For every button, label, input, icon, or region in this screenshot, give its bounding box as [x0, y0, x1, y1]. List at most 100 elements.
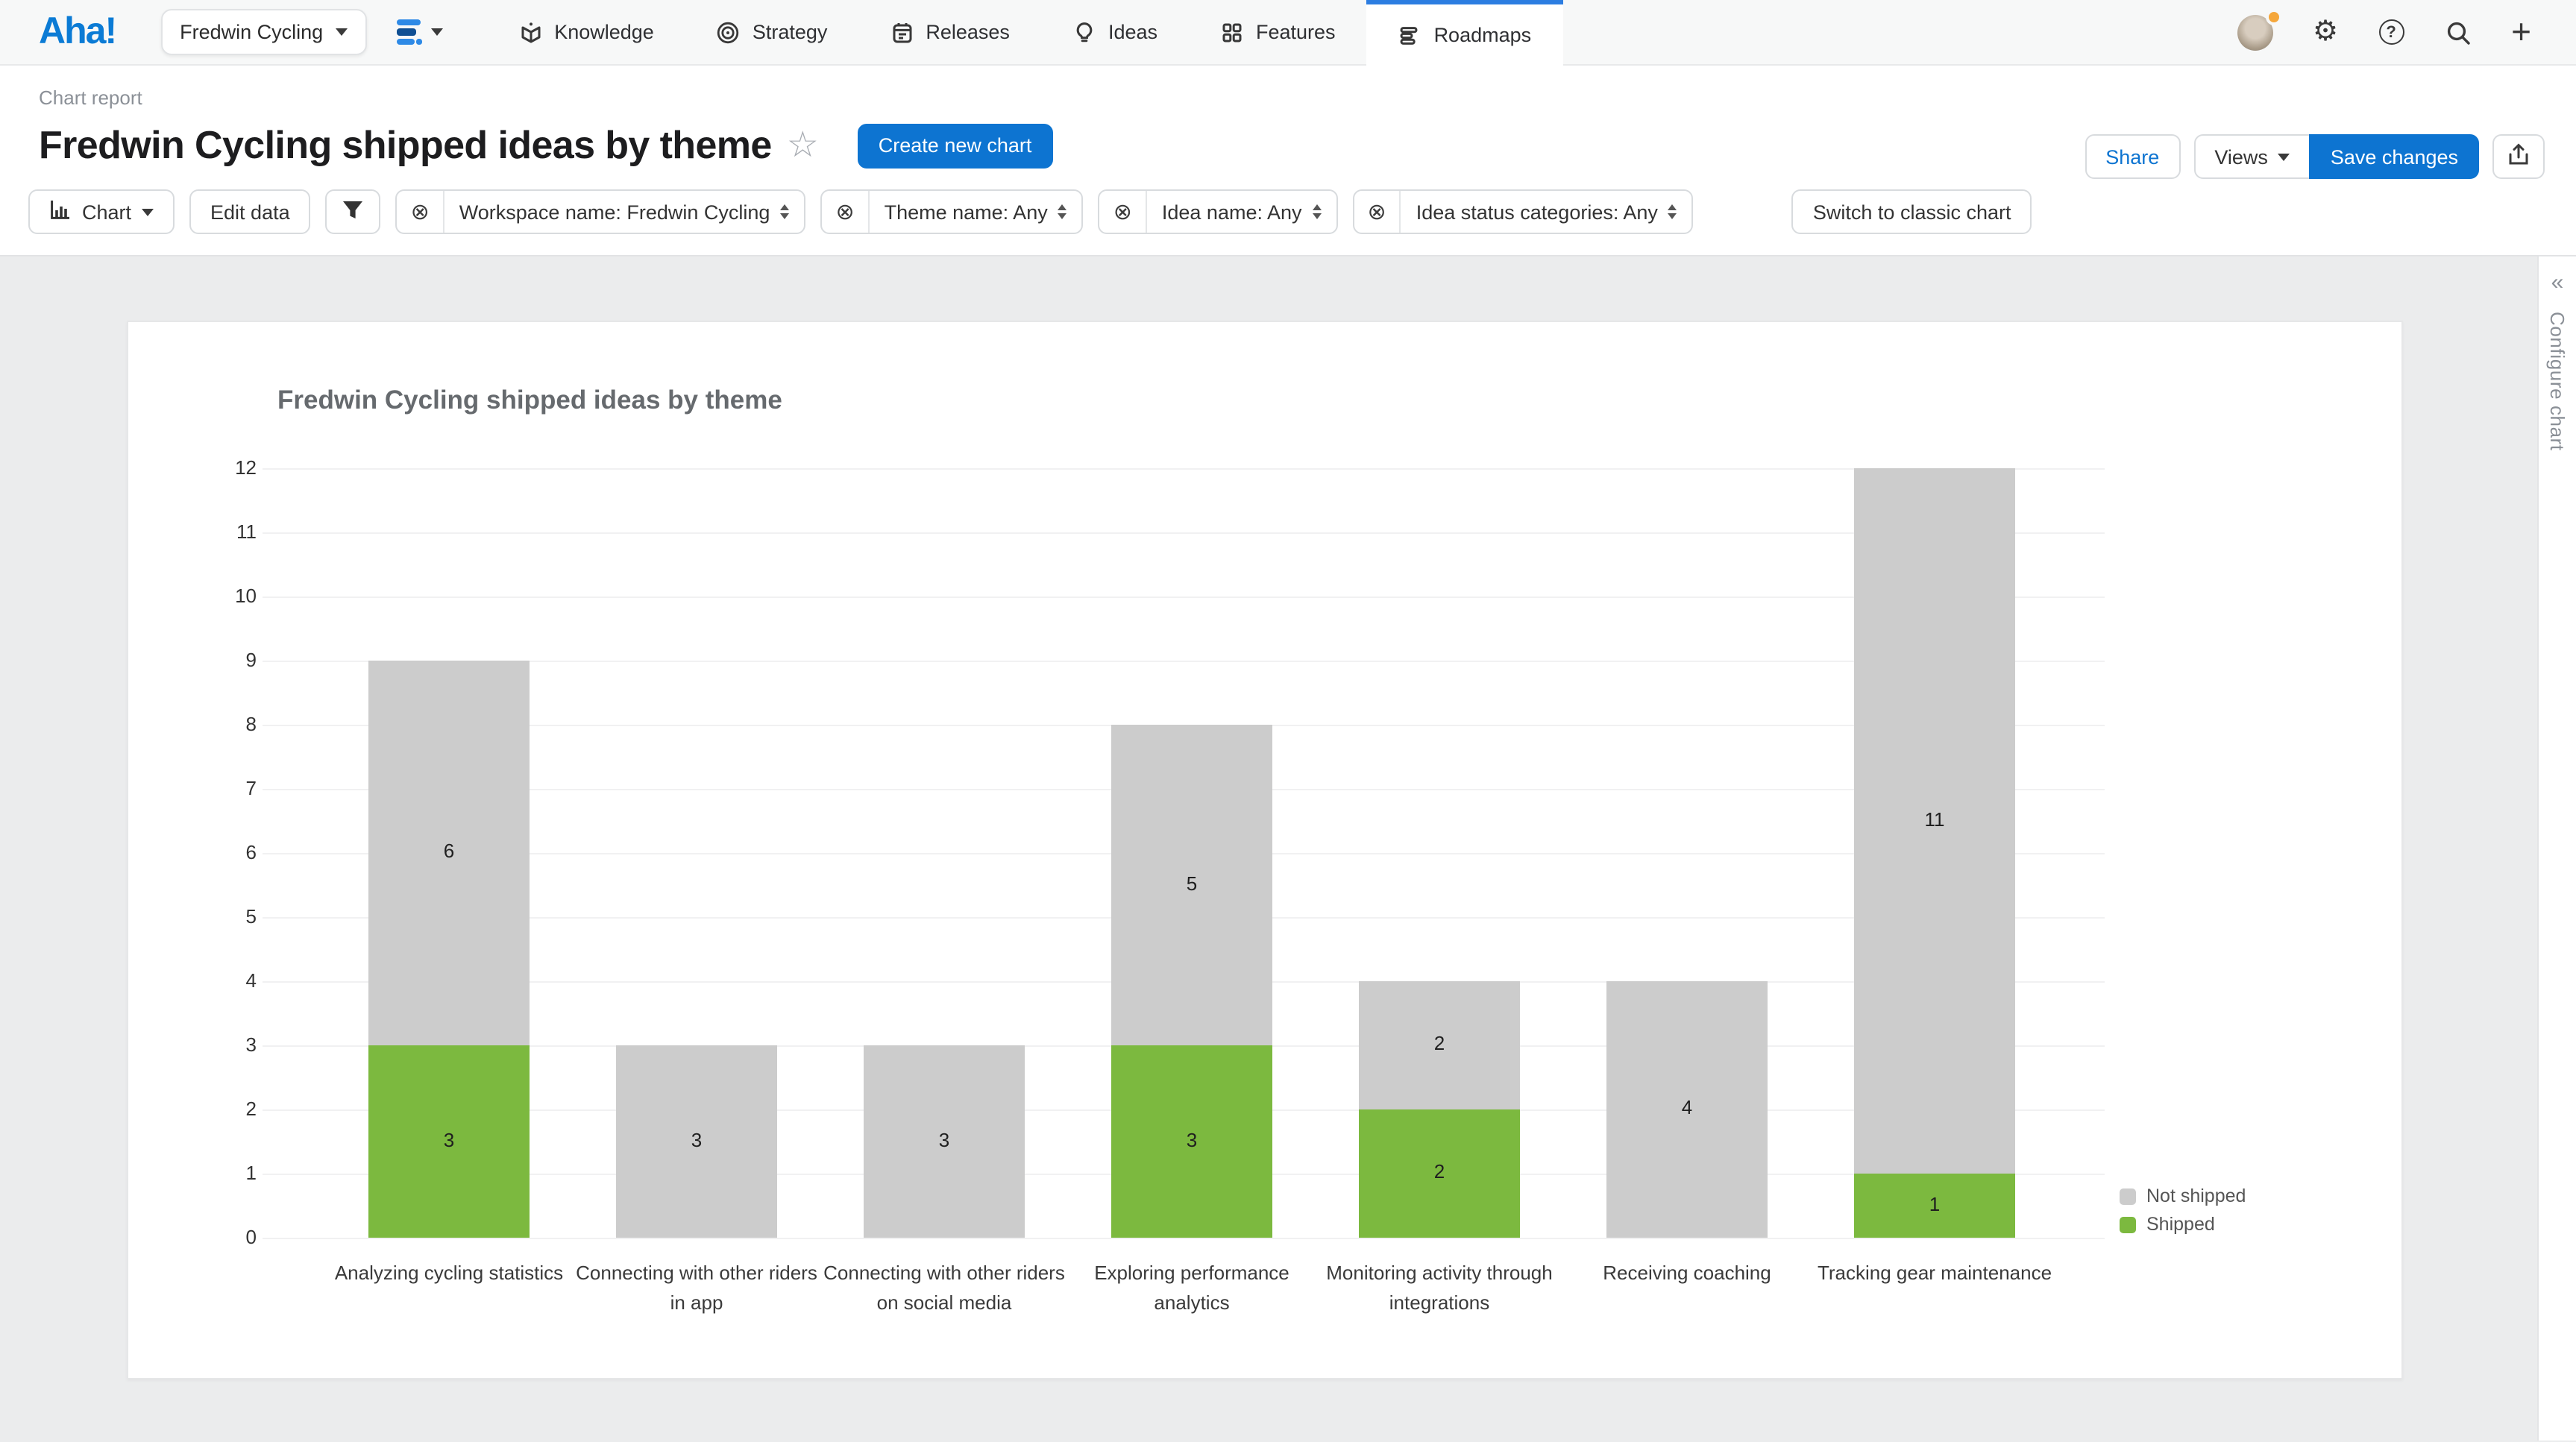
- filter-text: Idea status categories: Any: [1416, 201, 1658, 223]
- bar-chart-icon: [49, 198, 72, 225]
- bar-value-label: 2: [1359, 1032, 1520, 1054]
- y-axis-tick-label: 6: [182, 841, 257, 863]
- x-axis-category-label: Receiving coaching: [1560, 1259, 1814, 1288]
- bar-value-label: 11: [1854, 807, 2015, 830]
- funnel-icon: [342, 199, 365, 224]
- add-icon[interactable]: +: [2511, 15, 2531, 49]
- legend-label: Not shipped: [2146, 1186, 2246, 1206]
- bar-value-label: 3: [616, 1128, 777, 1150]
- legend-swatch: [2120, 1216, 2136, 1232]
- export-icon: [2507, 142, 2530, 171]
- nav-item-roadmaps[interactable]: Roadmaps: [1367, 0, 1563, 66]
- y-axis-tick-label: 3: [182, 1033, 257, 1056]
- lightbulb-icon: [1072, 20, 1096, 44]
- share-button[interactable]: Share: [2085, 134, 2180, 179]
- filter-text: Idea name: Any: [1162, 201, 1302, 223]
- page-title: Fredwin Cycling shipped ideas by theme: [39, 122, 772, 169]
- avatar[interactable]: [2237, 14, 2272, 50]
- chevron-down-icon: [142, 208, 154, 215]
- y-gridline: [263, 468, 2105, 470]
- filter-label[interactable]: Idea name: Any: [1147, 191, 1336, 233]
- top-navigation: Aha! Fredwin Cycling Knowledge: [0, 0, 2576, 66]
- y-axis-tick-label: 10: [182, 585, 257, 607]
- grid-icon: [1220, 20, 1244, 44]
- nav-item-releases[interactable]: Releases: [858, 0, 1041, 64]
- bar-value-label: 2: [1359, 1160, 1520, 1183]
- x-axis-category-label: Connecting with other riders in app: [570, 1259, 823, 1318]
- workspace-list-button[interactable]: [396, 20, 442, 45]
- y-gridline: [263, 596, 2105, 598]
- y-gridline: [263, 661, 2105, 662]
- sort-arrows-icon: [1668, 204, 1677, 219]
- nav-item-ideas[interactable]: Ideas: [1041, 0, 1189, 64]
- x-axis-category-label: Analyzing cycling statistics: [322, 1259, 576, 1288]
- calendar-icon: [890, 20, 914, 44]
- chevron-down-icon: [430, 28, 442, 36]
- nav-item-knowledge[interactable]: Knowledge: [487, 0, 685, 64]
- save-changes-button[interactable]: Save changes: [2310, 134, 2479, 179]
- y-gridline: [263, 532, 2105, 534]
- switch-to-classic-chart-button[interactable]: Switch to classic chart: [1792, 189, 2032, 234]
- bar-value-label: 6: [368, 840, 530, 862]
- nav-right-actions: ⚙ ? +: [2237, 0, 2576, 64]
- y-axis-tick-label: 8: [182, 713, 257, 735]
- workspace-selector[interactable]: Fredwin Cycling: [160, 9, 366, 55]
- book-icon: [518, 20, 542, 44]
- report-toolbar: Chart Edit data ⊗ Workspace name: Fredwi…: [0, 169, 2576, 256]
- configure-chart-label: Configure chart: [2546, 312, 2569, 451]
- help-icon[interactable]: ?: [2378, 19, 2404, 45]
- nav-item-features[interactable]: Features: [1189, 0, 1367, 64]
- bar-value-label: 4: [1606, 1096, 1768, 1118]
- x-axis-category-label: Connecting with other riders on social m…: [817, 1259, 1071, 1318]
- workspace-list-icon: [396, 20, 420, 45]
- y-gridline: [263, 1238, 2105, 1239]
- report-content: Fredwin Cycling shipped ideas by theme 0…: [0, 256, 2576, 1441]
- nav-item-label: Ideas: [1108, 21, 1157, 43]
- y-axis-tick-label: 0: [182, 1226, 257, 1248]
- favorite-star-icon[interactable]: ☆: [787, 127, 819, 163]
- legend-item[interactable]: Shipped: [2120, 1214, 2215, 1235]
- breadcrumb: Chart report: [39, 86, 2576, 109]
- nav-item-strategy[interactable]: Strategy: [685, 0, 859, 64]
- collapse-panel-icon: «: [2551, 271, 2564, 294]
- notification-badge: [2265, 8, 2281, 25]
- gear-icon[interactable]: ⚙: [2313, 18, 2338, 46]
- nav-items: Knowledge Strategy Releases: [487, 0, 1562, 64]
- remove-filter-icon[interactable]: ⊗: [398, 191, 444, 233]
- filter-pill-idea-name: ⊗ Idea name: Any: [1099, 189, 1338, 234]
- x-axis-category-label: Monitoring activity through integrations: [1313, 1259, 1566, 1318]
- bar-value-label: 3: [368, 1128, 530, 1150]
- bar-value-label: 3: [1111, 1128, 1272, 1150]
- filter-text: Theme name: Any: [885, 201, 1048, 223]
- filter-label[interactable]: Workspace name: Fredwin Cycling: [444, 191, 805, 233]
- edit-data-button[interactable]: Edit data: [189, 189, 311, 234]
- remove-filter-icon[interactable]: ⊗: [1100, 191, 1147, 233]
- remove-filter-icon[interactable]: ⊗: [1354, 191, 1401, 233]
- nav-item-label: Knowledge: [554, 21, 654, 43]
- aha-logo[interactable]: Aha!: [39, 10, 116, 54]
- filter-button[interactable]: [326, 189, 381, 234]
- nav-item-label: Releases: [926, 21, 1010, 43]
- target-icon: [717, 20, 741, 44]
- workspace-selector-label: Fredwin Cycling: [180, 21, 323, 43]
- views-button[interactable]: Views: [2193, 134, 2311, 179]
- export-button[interactable]: [2492, 134, 2545, 179]
- chart-type-button[interactable]: Chart: [28, 189, 175, 234]
- filter-text: Workspace name: Fredwin Cycling: [459, 201, 770, 223]
- bar-value-label: 1: [1854, 1192, 2015, 1215]
- legend-item[interactable]: Not shipped: [2120, 1186, 2246, 1206]
- configure-chart-panel[interactable]: « Configure chart: [2537, 256, 2576, 1441]
- filter-label[interactable]: Theme name: Any: [870, 191, 1082, 233]
- legend-swatch: [2120, 1188, 2136, 1204]
- y-axis-tick-label: 7: [182, 777, 257, 799]
- chart-title: Fredwin Cycling shipped ideas by theme: [277, 385, 782, 416]
- search-icon[interactable]: [2444, 19, 2471, 45]
- create-new-chart-button[interactable]: Create new chart: [858, 123, 1053, 168]
- y-axis-tick-label: 11: [182, 520, 257, 543]
- filter-label[interactable]: Idea status categories: Any: [1401, 191, 1692, 233]
- y-axis-tick-label: 2: [182, 1098, 257, 1120]
- remove-filter-icon[interactable]: ⊗: [822, 191, 869, 233]
- sort-arrows-icon: [780, 204, 789, 219]
- views-button-label: Views: [2214, 145, 2268, 168]
- rows-icon: [1398, 23, 1422, 47]
